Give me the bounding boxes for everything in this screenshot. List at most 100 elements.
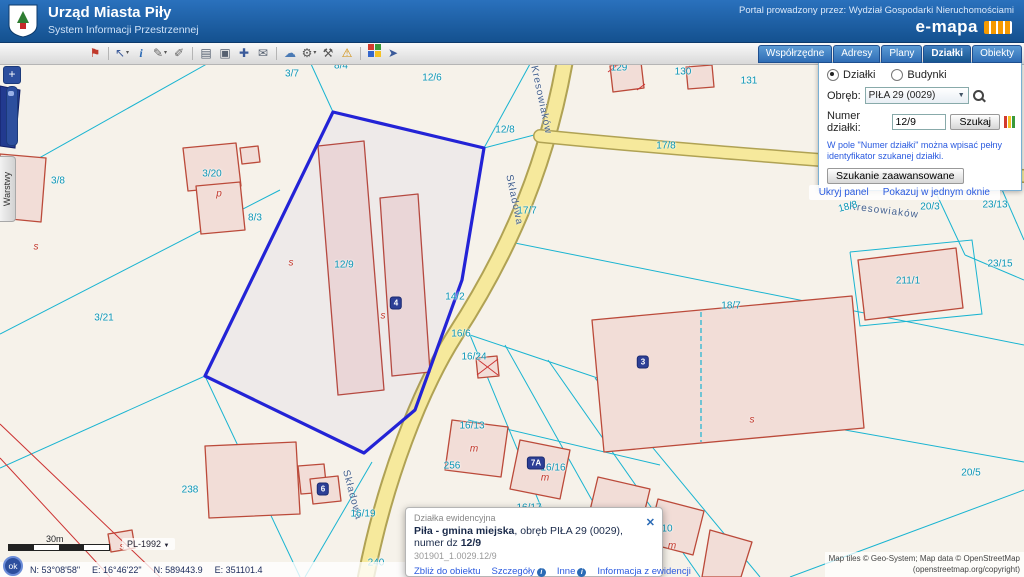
coordinate-readout: N: 589443.9 bbox=[154, 565, 203, 575]
tab-wspolrzedne[interactable]: Współrzędne bbox=[758, 45, 832, 63]
tab-adresy[interactable]: Adresy bbox=[833, 45, 880, 63]
draw-icon[interactable]: ✎▾ bbox=[151, 44, 169, 62]
popup-links: Zbliż do obiektuSzczegółyiInneiInformacj… bbox=[414, 566, 654, 577]
parcel-label-12/6: 12/6 bbox=[422, 73, 441, 84]
cloud-icon[interactable]: ☁ bbox=[281, 44, 299, 62]
scale-distance: 30m bbox=[46, 534, 110, 544]
tab-dzialki[interactable]: Działki bbox=[923, 45, 971, 63]
obreb-select[interactable]: PIŁA 29 (0029) ▼ bbox=[865, 87, 969, 104]
coordinate-readout: E: 351101.4 bbox=[215, 565, 263, 575]
scale-bar: 30m bbox=[8, 534, 110, 551]
copy-view-icon[interactable]: ▣ bbox=[216, 44, 234, 62]
map-attribution: Map tiles © Geo-System; Map data © OpenS… bbox=[825, 552, 1024, 577]
search-hint: W pole "Numer działki" można wpisać pełn… bbox=[827, 140, 1015, 163]
parcel-label-16/24: 16/24 bbox=[461, 352, 486, 363]
panel-links: Ukryj panel Pokazuj w jednym oknie bbox=[809, 185, 1000, 200]
layers-panel-tab[interactable]: Warstwy bbox=[0, 156, 16, 222]
toolbar-separator bbox=[276, 47, 277, 60]
chevron-down-icon: ▼ bbox=[958, 92, 965, 99]
scale-bar-graphic bbox=[8, 544, 110, 551]
parcel-label-18/7: 18/7 bbox=[721, 301, 740, 312]
legend-bars-icon[interactable] bbox=[1004, 116, 1015, 128]
obreb-select-value: PIŁA 29 (0029) bbox=[869, 90, 936, 101]
hide-panel-link[interactable]: Ukryj panel bbox=[819, 187, 869, 198]
mail-icon[interactable]: ✉ bbox=[254, 44, 272, 62]
parcel-label-20/3: 20/3 bbox=[920, 202, 939, 213]
pan-icon[interactable]: ✚ bbox=[235, 44, 253, 62]
search-magnifier-icon[interactable] bbox=[973, 90, 984, 101]
print-icon[interactable]: ▤ bbox=[197, 44, 215, 62]
popup-title: Piła - gmina miejska, obręb PIŁA 29 (002… bbox=[414, 525, 654, 549]
search-button[interactable]: Szukaj bbox=[950, 114, 1000, 130]
parcel-label-14/2: 14/2 bbox=[445, 292, 464, 303]
chevron-down-icon: ▼ bbox=[164, 543, 170, 549]
emapa-brand-grid-icon bbox=[984, 21, 1012, 34]
app-window: KresowiakówSkładowaSkładowaKresowiaków 3… bbox=[0, 0, 1024, 577]
parcel-label-23/13: 23/13 bbox=[982, 200, 1007, 211]
location-pin-icon[interactable]: ⚑ bbox=[86, 44, 104, 62]
layers-grid-icon[interactable] bbox=[365, 44, 383, 62]
city-coat-of-arms-logo bbox=[7, 3, 39, 39]
parcel-label-256: 256 bbox=[444, 461, 461, 472]
radio-buildings[interactable]: Budynki bbox=[891, 69, 946, 81]
building-use-label: s bbox=[750, 415, 755, 426]
building-use-label: s bbox=[289, 258, 294, 269]
registry-info-link[interactable]: Informacja z ewidencji bbox=[597, 566, 690, 577]
radio-buildings-label: Budynki bbox=[907, 69, 946, 81]
select-arrow-icon[interactable]: ↖▾ bbox=[113, 44, 131, 62]
parcel-label-8/3: 8/3 bbox=[248, 213, 262, 224]
parcel-label-23/15: 23/15 bbox=[987, 259, 1012, 270]
zoom-slider[interactable] bbox=[6, 86, 18, 146]
building-use-label: m bbox=[668, 541, 676, 552]
parcel-label-16/13: 16/13 bbox=[459, 421, 484, 432]
advanced-search-button[interactable]: Szukanie zaawansowane bbox=[827, 168, 964, 184]
radio-parcels-circle[interactable] bbox=[827, 69, 839, 81]
parcel-number-label: Numer działki: bbox=[827, 110, 888, 134]
share-icon[interactable]: ➤ bbox=[384, 44, 402, 62]
parcel-label-12/8: 12/8 bbox=[495, 125, 514, 136]
ok-button[interactable]: ok bbox=[3, 556, 23, 576]
close-icon[interactable]: ✕ bbox=[646, 518, 655, 529]
measure-icon[interactable]: ✐ bbox=[170, 44, 188, 62]
parcel-label-3/8: 3/8 bbox=[51, 176, 65, 187]
parcel-label-12/9: 12/9 bbox=[334, 260, 353, 271]
emapa-brand: e-mapa bbox=[915, 17, 978, 37]
radio-parcels[interactable]: Działki bbox=[827, 69, 875, 81]
parcel-label-3/20: 3/20 bbox=[202, 169, 221, 180]
parcel-label-130: 130 bbox=[675, 67, 692, 78]
radio-buildings-circle[interactable] bbox=[891, 69, 903, 81]
details-link[interactable]: Szczegółyi bbox=[492, 566, 546, 577]
parcel-label-211/1: 211/1 bbox=[896, 276, 920, 287]
tools-icon[interactable]: ⚒ bbox=[319, 44, 337, 62]
address-marker-7A: 7A bbox=[528, 458, 544, 469]
tab-obiekty[interactable]: Obiekty bbox=[972, 45, 1022, 63]
zoom-to-object-link[interactable]: Zbliż do obiektu bbox=[414, 566, 481, 577]
info-icon[interactable]: i bbox=[132, 44, 150, 62]
coordinate-readout: N: 53°08'58" bbox=[30, 565, 80, 575]
building-use-label: s bbox=[34, 242, 39, 253]
address-marker-4: 4 bbox=[391, 298, 401, 309]
parcel-number-input[interactable] bbox=[892, 114, 946, 130]
building-use-label: m bbox=[541, 473, 549, 484]
warning-icon[interactable]: ⚠ bbox=[338, 44, 356, 62]
settings-icon[interactable]: ⚙▾ bbox=[300, 44, 318, 62]
building-use-label: p bbox=[216, 189, 222, 200]
parcel-label-20/5: 20/5 bbox=[961, 468, 980, 479]
layers-panel-label: Warstwy bbox=[3, 172, 13, 206]
tab-plany[interactable]: Plany bbox=[881, 45, 922, 63]
attribution-line: (openstreetmap.org/copyright) bbox=[829, 565, 1020, 575]
popup-category: Działka ewidencyjna bbox=[414, 513, 654, 523]
app-header: Urząd Miasta Piły System Informacji Prze… bbox=[0, 0, 1024, 43]
toolbar-separator bbox=[360, 47, 361, 60]
building-use-label: s bbox=[381, 311, 386, 322]
popup-parcel-ident: 301901_1.0029.12/9 bbox=[414, 551, 654, 561]
other-link[interactable]: Innei bbox=[557, 566, 587, 577]
single-window-link[interactable]: Pokazuj w jednym oknie bbox=[883, 187, 990, 198]
crs-selector[interactable]: PL-1992 ▼ bbox=[122, 538, 175, 550]
building-use-label: m bbox=[470, 444, 478, 455]
radio-parcels-label: Działki bbox=[843, 69, 875, 81]
app-subtitle: System Informacji Przestrzennej bbox=[48, 24, 199, 36]
parcel-label-3/7: 3/7 bbox=[285, 69, 299, 80]
parcel-info-popup: Działka ewidencyjna ✕ Piła - gmina miejs… bbox=[405, 507, 663, 577]
zoom-in-button[interactable]: + bbox=[3, 66, 21, 84]
